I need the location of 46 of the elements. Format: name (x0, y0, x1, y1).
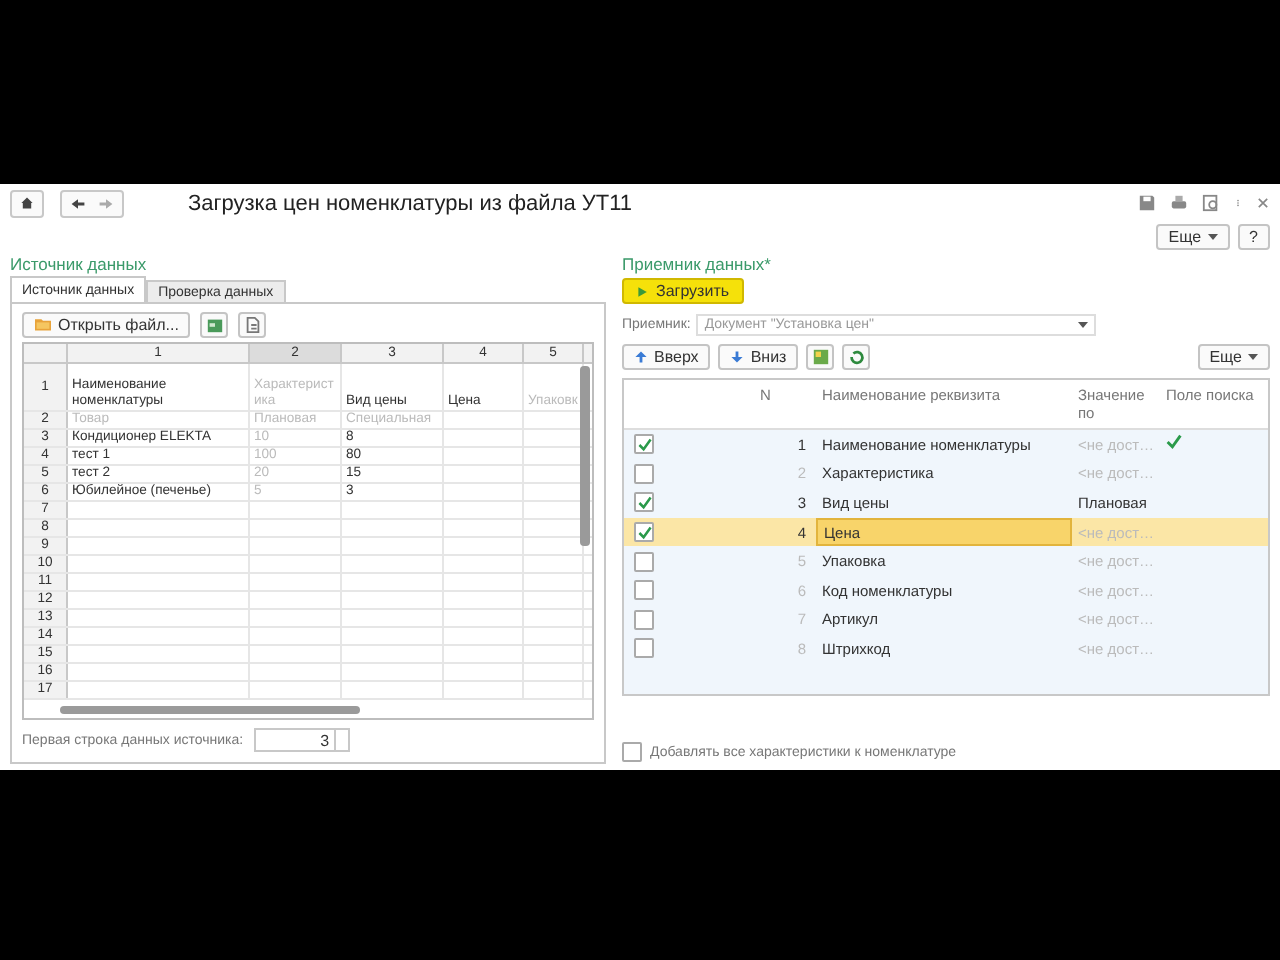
home-icon (20, 196, 34, 210)
down-button[interactable]: Вниз (718, 343, 799, 369)
close-icon (1256, 196, 1270, 210)
caret-icon (1248, 353, 1258, 359)
up-button[interactable]: Вверх (622, 343, 711, 369)
down-arrow-icon (730, 349, 745, 363)
play-icon (636, 285, 648, 297)
window-title: Загрузка цен номенклатуры из файла УТ11 (188, 191, 635, 215)
checkbox[interactable] (634, 434, 654, 455)
horizontal-scrollbar[interactable] (60, 706, 360, 714)
caret-icon (1207, 233, 1218, 239)
checkbox[interactable] (634, 638, 654, 659)
table-icon (811, 347, 830, 365)
home-button[interactable] (10, 189, 44, 217)
checkbox[interactable] (622, 742, 642, 762)
checkbox[interactable] (634, 580, 654, 601)
up-arrow-icon (634, 349, 648, 363)
help-button[interactable]: ? (1237, 223, 1270, 249)
back-arrow-icon (70, 195, 86, 211)
print-icon (1170, 194, 1188, 212)
checkbox[interactable] (634, 609, 654, 630)
checkbox[interactable] (634, 492, 654, 513)
toolbar-button[interactable] (200, 311, 229, 337)
folder-icon (34, 316, 52, 332)
preview-icon (1202, 194, 1220, 212)
caret-icon (1078, 321, 1089, 327)
vertical-scrollbar[interactable] (580, 366, 590, 546)
table-icon (205, 315, 224, 333)
section-heading: Источник данных (10, 254, 149, 276)
open-file-button[interactable]: Открыть файл... (22, 311, 191, 337)
more-button[interactable]: Еще (1156, 223, 1230, 249)
checkbox[interactable] (634, 522, 654, 543)
checkbox[interactable] (634, 463, 654, 484)
load-button[interactable]: Загрузить (622, 278, 744, 304)
toolbar-button[interactable] (238, 311, 267, 337)
refresh-icon (847, 347, 866, 365)
spreadsheet[interactable] (22, 342, 594, 720)
section-heading: Приемник данных* (622, 254, 773, 276)
number-field[interactable]: 3 (253, 728, 350, 752)
save-icon (1138, 194, 1156, 212)
toolbar-button[interactable] (806, 343, 835, 369)
checkbox[interactable] (634, 551, 654, 572)
toolbar-button[interactable] (842, 343, 871, 369)
forward-arrow-icon (98, 195, 114, 211)
more-button[interactable]: Еще (1197, 343, 1270, 369)
document-icon (243, 315, 262, 333)
